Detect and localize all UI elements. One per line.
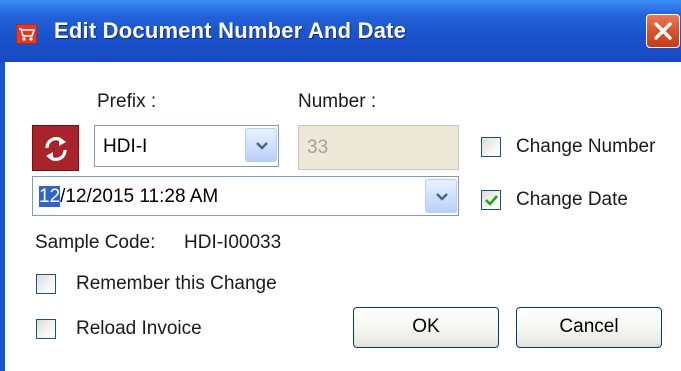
date-dropdown-button[interactable] xyxy=(425,179,457,213)
chevron-down-icon xyxy=(256,142,268,150)
window-left-border xyxy=(0,62,5,371)
swap-button[interactable] xyxy=(32,125,79,171)
edit-document-dialog: Edit Document Number And Date Prefix : N… xyxy=(0,0,681,371)
close-icon xyxy=(654,22,672,40)
change-date-checkbox[interactable] xyxy=(481,190,501,210)
remember-change-label: Remember this Change xyxy=(76,273,277,294)
date-rest: /12/2015 11:28 AM xyxy=(60,186,219,207)
change-number-label: Change Number xyxy=(516,136,656,157)
close-button[interactable] xyxy=(646,14,680,48)
title-bar[interactable]: Edit Document Number And Date xyxy=(0,0,681,62)
reload-invoice-checkbox[interactable] xyxy=(36,319,56,339)
remember-change-checkbox[interactable] xyxy=(36,274,56,294)
sample-code-value: HDI-I00033 xyxy=(184,232,282,253)
date-value: 12/12/2015 11:28 AM xyxy=(39,186,218,208)
refresh-icon xyxy=(45,137,67,161)
prefix-dropdown[interactable]: HDI-I xyxy=(94,125,279,167)
date-selected-part: 12 xyxy=(39,186,61,207)
window-title: Edit Document Number And Date xyxy=(54,18,407,43)
prefix-dropdown-button[interactable] xyxy=(245,128,277,162)
cancel-button[interactable]: Cancel xyxy=(516,307,662,348)
change-date-label: Change Date xyxy=(516,189,628,210)
checkmark-icon xyxy=(485,195,498,206)
number-value: 33 xyxy=(307,137,329,158)
number-input[interactable]: 33 xyxy=(298,125,459,170)
change-number-checkbox[interactable] xyxy=(481,137,501,157)
sample-code-label: Sample Code: xyxy=(35,232,156,253)
date-picker[interactable]: 12/12/2015 11:28 AM xyxy=(32,176,459,216)
cart-icon xyxy=(15,23,38,45)
prefix-value: HDI-I xyxy=(103,136,148,157)
ok-button[interactable]: OK xyxy=(353,307,499,348)
chevron-down-icon xyxy=(436,193,448,201)
reload-invoice-label: Reload Invoice xyxy=(76,318,202,339)
number-label: Number : xyxy=(298,91,377,112)
prefix-label: Prefix : xyxy=(97,91,157,112)
